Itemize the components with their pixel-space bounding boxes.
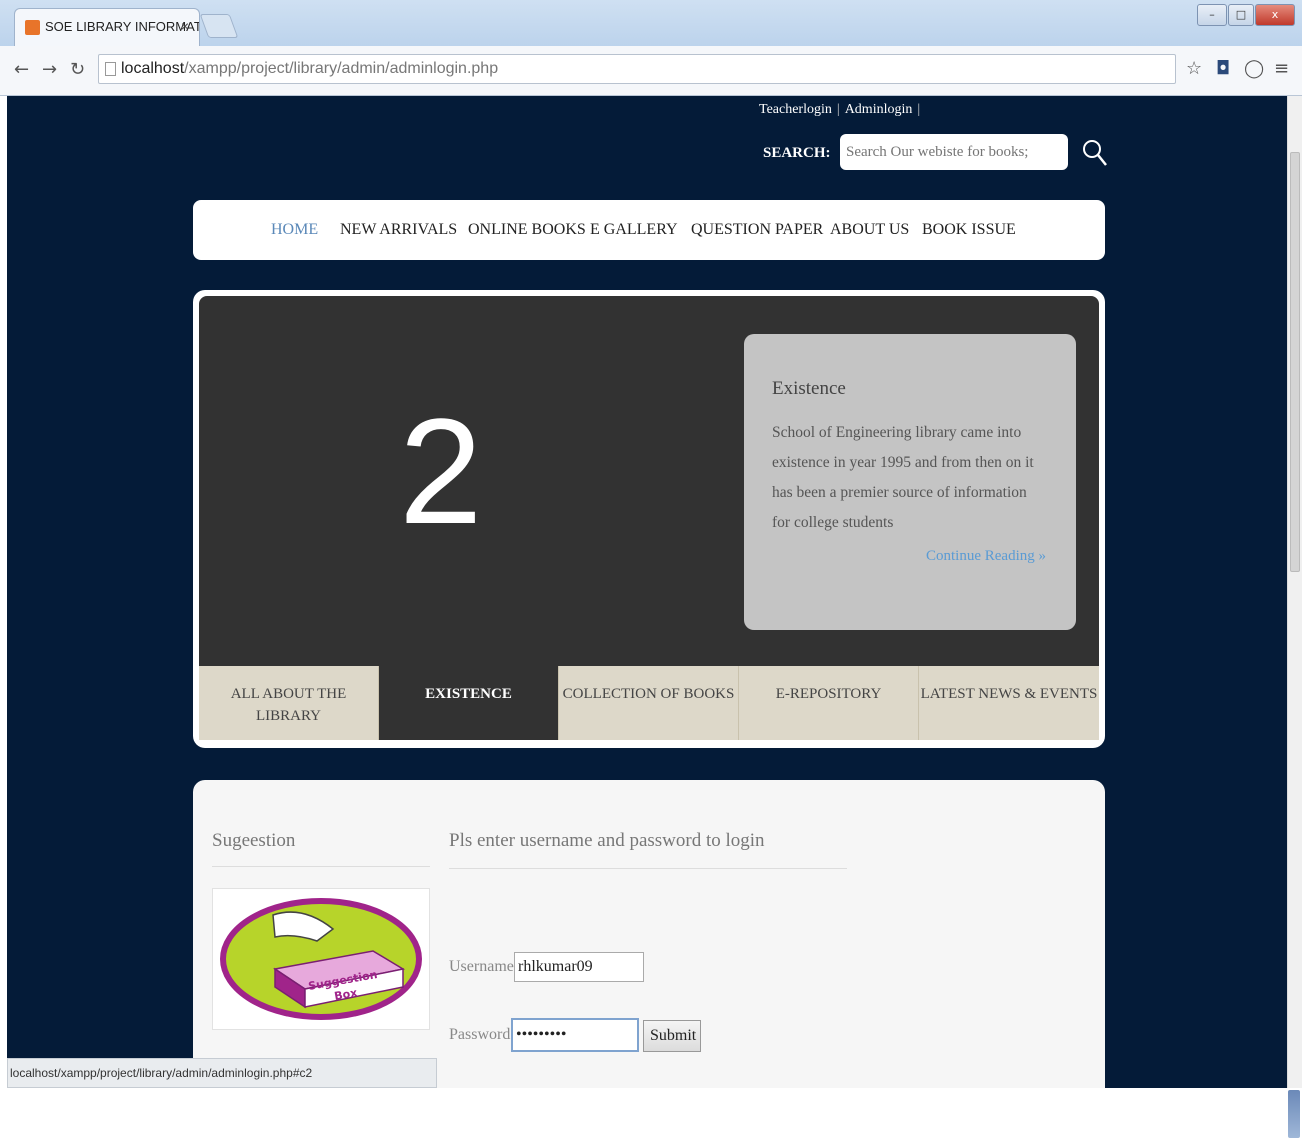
url-field[interactable]: localhost/xampp/project/library/admin/ad…	[98, 54, 1176, 84]
favicon-icon	[25, 20, 40, 35]
username-field[interactable]	[514, 952, 644, 982]
top-links: Teacherlogin | Adminlogin |	[759, 102, 925, 118]
close-window-button[interactable]: x	[1255, 4, 1295, 26]
teacher-login-link[interactable]: Teacherlogin	[759, 102, 832, 117]
link-separator: |	[836, 102, 840, 117]
divider	[449, 868, 847, 869]
submit-button[interactable]: Submit	[643, 1020, 701, 1052]
caption-text: School of Engineering library came into …	[772, 424, 1034, 531]
nav-online-books[interactable]: ONLINE BOOKS	[468, 221, 586, 239]
tab-e-repository[interactable]: E-REPOSITORY	[739, 666, 919, 740]
continue-reading-link[interactable]: Continue Reading »	[926, 548, 1046, 565]
browser-chrome: SOE LIBRARY INFORMATI × – □ x ← → ↻ loca…	[0, 0, 1302, 96]
page-viewport: Teacherlogin | Adminlogin | SEARCH: HOME NE…	[7, 96, 1287, 1088]
divider	[212, 866, 430, 867]
new-tab-button[interactable]	[199, 14, 239, 38]
back-icon[interactable]: ←	[14, 59, 29, 80]
extension-icon[interactable]: ◘	[1216, 58, 1230, 79]
bookmark-star-icon[interactable]: ☆	[1186, 58, 1202, 79]
nav-e-gallery[interactable]: E GALLERY	[590, 221, 678, 239]
nav-home[interactable]: HOME	[271, 221, 318, 239]
sidebar-title: Sugeestion	[212, 830, 296, 851]
slider-tabs: ALL ABOUT THE LIBRARY EXISTENCE COLLECTI…	[199, 666, 1099, 740]
password-field[interactable]	[511, 1018, 639, 1052]
slide: 2 Existence School of Engineering librar…	[199, 296, 1099, 666]
vertical-scrollbar[interactable]	[1287, 96, 1302, 1088]
suggestion-box-image[interactable]: Suggestion Box	[212, 888, 430, 1030]
login-heading: Pls enter username and password to login	[449, 830, 765, 851]
minimize-button[interactable]: –	[1197, 4, 1227, 26]
scrollbar-thumb[interactable]	[1290, 152, 1300, 572]
tab-close-icon[interactable]: ×	[181, 18, 189, 34]
nav-book-issue[interactable]: BOOK ISSUE	[922, 221, 1016, 239]
content-panel: Sugeestion Suggestion Box Pls enter user…	[193, 780, 1105, 1088]
suggestion-box-illustration: Suggestion Box	[220, 898, 422, 1020]
slide-caption: Existence School of Engineering library …	[744, 334, 1076, 630]
tab-all-about-library[interactable]: ALL ABOUT THE LIBRARY	[199, 666, 379, 740]
menu-icon[interactable]: ≡	[1274, 58, 1289, 79]
tab-bar: SOE LIBRARY INFORMATI × – □ x	[0, 0, 1302, 46]
nav-about-us[interactable]: ABOUT US	[830, 221, 909, 239]
tab-title: SOE LIBRARY INFORMATI	[45, 19, 200, 34]
status-bar: localhost/xampp/project/library/admin/ad…	[7, 1058, 437, 1088]
tab-collection-of-books[interactable]: COLLECTION OF BOOKS	[559, 666, 739, 740]
page-icon	[105, 62, 116, 76]
search-label: SEARCH:	[763, 145, 831, 161]
username-label: Username:	[449, 958, 519, 975]
tab-existence[interactable]: EXISTENCE	[379, 666, 559, 740]
browser-tab[interactable]: SOE LIBRARY INFORMATI ×	[14, 8, 200, 46]
caption-title: Existence	[772, 378, 846, 399]
password-label: Password:	[449, 1026, 515, 1043]
featured-slider: 2 Existence School of Engineering librar…	[193, 290, 1105, 748]
admin-login-link[interactable]: Adminlogin	[845, 102, 913, 117]
search-icon[interactable]	[1082, 138, 1108, 168]
url-path: /xampp/project/library/admin/adminlogin.…	[184, 60, 499, 77]
slide-number: 2	[399, 387, 483, 555]
nav-new-arrivals[interactable]: NEW ARRIVALS	[340, 221, 457, 239]
forward-icon[interactable]: →	[42, 59, 57, 80]
link-separator: |	[917, 102, 921, 117]
main-nav: HOME NEW ARRIVALS ONLINE BOOKS E GALLERY…	[193, 200, 1105, 260]
nav-question-paper[interactable]: QUESTION PAPER	[691, 221, 823, 239]
url-host: localhost	[121, 60, 185, 77]
reload-icon[interactable]: ↻	[70, 59, 85, 80]
address-bar-area: ← → ↻ localhost/xampp/project/library/ad…	[0, 46, 1302, 96]
taskbar-thumb	[1288, 1090, 1300, 1138]
search-input[interactable]	[840, 134, 1068, 170]
extension-icon-2[interactable]: ◯	[1244, 58, 1264, 79]
maximize-button[interactable]: □	[1228, 4, 1254, 26]
tab-latest-news-events[interactable]: LATEST NEWS & EVENTS	[919, 666, 1099, 740]
